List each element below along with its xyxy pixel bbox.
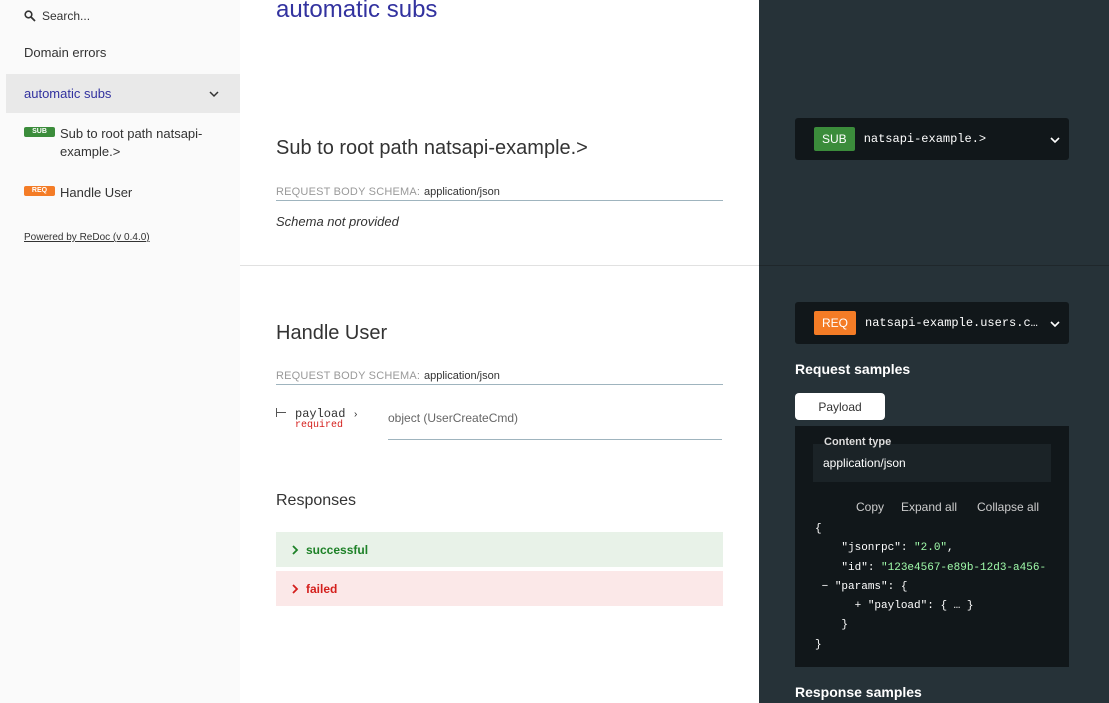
copy-button[interactable]: Copy: [856, 500, 884, 514]
code-brace: {: [815, 523, 822, 535]
sidebar-item-label: automatic subs: [24, 86, 112, 101]
chevron-down-icon: [1050, 137, 1060, 144]
code-key: "payload": [867, 600, 928, 613]
code-string: "123e4567-e89b-12d3-a456-: [881, 561, 1047, 574]
endpoint-path: natsapi-example.>: [863, 132, 987, 146]
main-content: automatic subs Sub to root path natsapi-…: [240, 0, 759, 703]
req-badge: REQ: [814, 311, 857, 335]
code-key: "jsonrpc": [841, 542, 901, 555]
sidebar-item-label: Handle User: [60, 185, 133, 200]
chevron-down-icon: [1050, 321, 1060, 328]
request-body-schema: REQUEST BODY SCHEMA: application/json: [276, 365, 723, 385]
sub-badge: SUB: [814, 127, 855, 151]
section-divider: [240, 265, 759, 266]
req-badge: REQ: [24, 186, 55, 196]
content-type-select[interactable]: application/json: [813, 444, 1051, 482]
collapse-toggle[interactable]: −: [822, 581, 829, 593]
collapse-all-button[interactable]: Collapse all: [977, 500, 1039, 514]
responses-title: Responses: [276, 492, 357, 509]
request-samples-title: Request samples: [795, 361, 911, 377]
param-payload[interactable]: payload ›: [295, 407, 359, 421]
sub-badge: SUB: [24, 127, 55, 137]
schema-label: REQUEST BODY SCHEMA:: [276, 370, 421, 382]
tree-line: [276, 412, 286, 413]
code-key: "params": [834, 580, 888, 593]
sidebar-item-automatic-subs[interactable]: automatic subs: [6, 74, 240, 113]
schema-note: Schema not provided: [276, 214, 399, 229]
search-icon: [24, 10, 36, 22]
expand-all-button[interactable]: Expand all: [901, 500, 957, 514]
content-type-label: Content type: [824, 436, 892, 448]
param-name: payload: [295, 407, 346, 421]
chevron-down-icon: [209, 91, 219, 98]
sidebar-item-sub-root[interactable]: SUB Sub to root path natsapi-example.>: [24, 125, 224, 161]
right-panel: SUB natsapi-example.> REQ natsapi-exampl…: [759, 0, 1109, 703]
sidebar: Domain errors automatic subs SUB Sub to …: [0, 0, 240, 703]
search-input[interactable]: [42, 9, 222, 23]
param-required: required: [295, 420, 344, 431]
chevron-right-icon: [292, 583, 299, 594]
expand-toggle[interactable]: +: [855, 600, 862, 612]
response-label: failed: [306, 581, 338, 596]
code-sample: { "jsonrpc": "2.0", "id": "123e4567-e89b…: [815, 523, 1047, 651]
endpoint-path: natsapi-example.users.create: [865, 316, 1041, 330]
request-body-schema: REQUEST BODY SCHEMA: application/json: [276, 181, 723, 201]
tab-payload[interactable]: Payload: [795, 393, 885, 420]
chevron-right-icon: [292, 544, 299, 555]
sidebar-item-label: Sub to root path natsapi-example.>: [60, 126, 203, 159]
operation-title: Sub to root path natsapi-example.>: [276, 137, 588, 159]
code-string: "2.0": [914, 542, 948, 555]
endpoint-req[interactable]: REQ natsapi-example.users.create: [795, 302, 1069, 344]
schema-type: application/json: [424, 186, 500, 198]
sidebar-item-label: Domain errors: [24, 45, 107, 60]
request-sample: application/json Content type Copy Expan…: [795, 426, 1069, 667]
sidebar-item-handle-user[interactable]: REQ Handle User: [24, 184, 224, 202]
code-key: "id": [841, 561, 868, 574]
powered-by-link[interactable]: Powered by ReDoc (v 0.4.0): [24, 232, 150, 243]
param-type: object (UserCreateCmd): [388, 397, 722, 440]
operation-title: Handle User: [276, 322, 388, 344]
response-label: successful: [306, 542, 369, 557]
code-brace: }: [815, 638, 822, 651]
endpoint-sub[interactable]: SUB natsapi-example.>: [795, 118, 1069, 160]
sidebar-item-domain-errors[interactable]: Domain errors: [6, 43, 240, 63]
page-title: automatic subs: [276, 0, 438, 23]
search-box[interactable]: [24, 6, 222, 26]
schema-label: REQUEST BODY SCHEMA:: [276, 186, 421, 198]
section-divider: [759, 265, 1109, 266]
response-failed[interactable]: failed: [276, 571, 723, 606]
schema-type: application/json: [424, 370, 500, 382]
chevron-right-icon: ›: [352, 410, 359, 421]
code-collapsed[interactable]: { … }: [940, 600, 973, 612]
response-samples-title: Response samples: [795, 684, 922, 700]
response-successful[interactable]: successful: [276, 532, 723, 567]
